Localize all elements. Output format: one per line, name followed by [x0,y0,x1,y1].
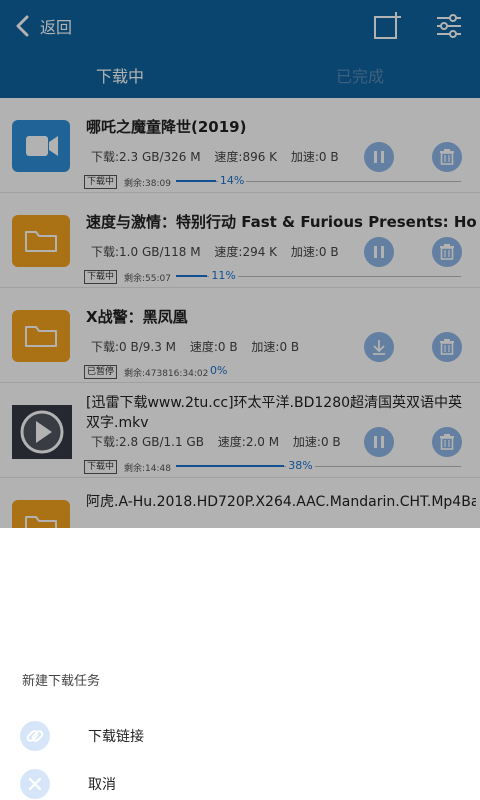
download-link-label: 下载链接 [88,729,144,745]
cancel-option[interactable]: 取消 [0,760,480,800]
link-icon [20,721,50,751]
download-link-option[interactable]: 下载链接 [0,712,480,760]
sheet-title: 新建下载任务 [22,674,101,689]
new-task-sheet: 新建下载任务 下载链接 取消 [0,528,480,800]
dim-overlay[interactable] [0,0,480,528]
close-icon [20,769,50,799]
cancel-label: 取消 [88,777,116,793]
